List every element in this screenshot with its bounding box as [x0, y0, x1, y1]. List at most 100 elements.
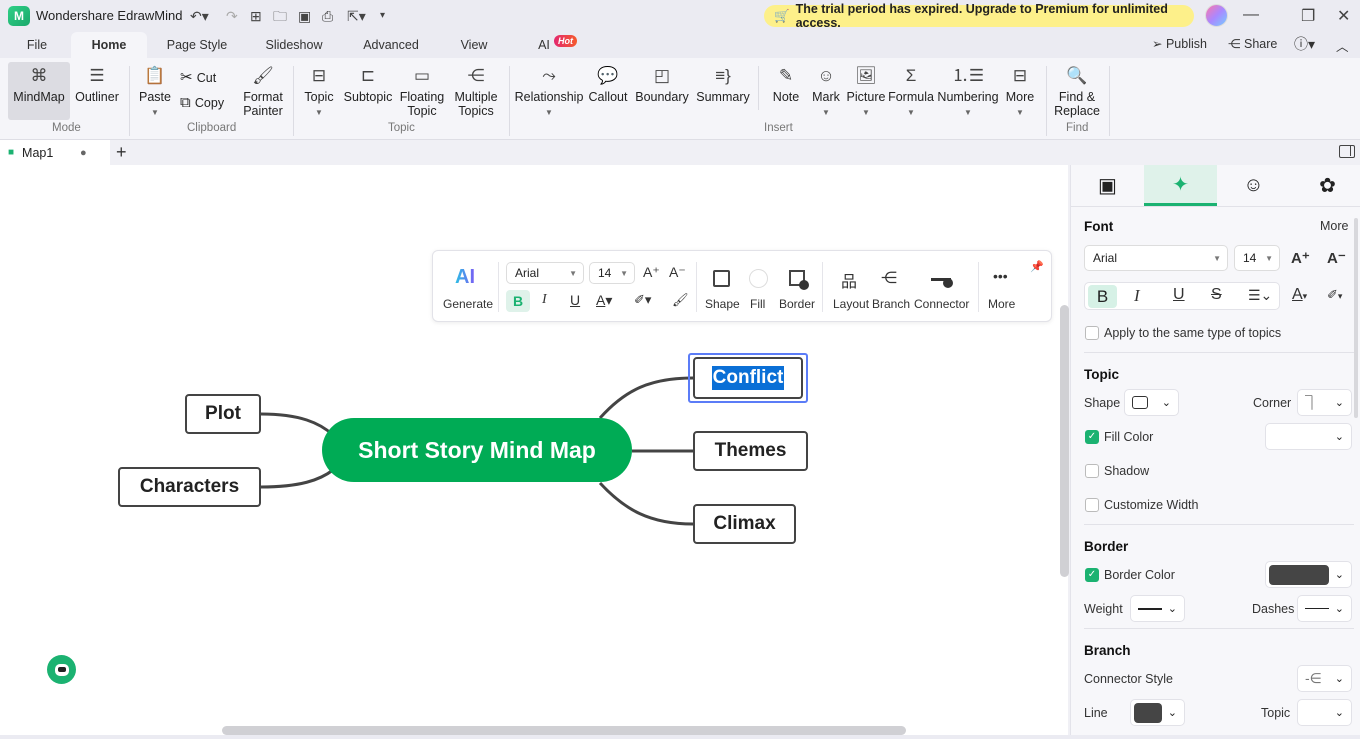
- minimize-icon[interactable]: —: [1243, 6, 1259, 24]
- generate-button[interactable]: Generate: [443, 297, 493, 311]
- floating-topic-button[interactable]: ▭ Floating Topic: [398, 65, 446, 118]
- formula-button[interactable]: Σ Formula ▼: [887, 65, 935, 120]
- tab-advanced[interactable]: Advanced: [355, 32, 427, 58]
- increase-font-icon[interactable]: A⁺: [643, 264, 660, 281]
- summary-button[interactable]: ≡} Summary: [695, 65, 751, 104]
- fill-button[interactable]: Fill: [750, 297, 765, 311]
- panel-decrease-font-icon[interactable]: A⁻: [1327, 249, 1346, 267]
- multiple-topics-button[interactable]: ⋲ Multiple Topics: [452, 65, 500, 118]
- underline-button[interactable]: U: [570, 292, 580, 308]
- decrease-font-icon[interactable]: A⁻: [669, 264, 686, 281]
- vertical-scrollbar[interactable]: [1060, 305, 1069, 577]
- panel-align-icon[interactable]: ☰⌄: [1248, 287, 1272, 304]
- panel-bold-button[interactable]: B: [1088, 285, 1117, 308]
- panel-strikethrough-button[interactable]: S: [1211, 286, 1222, 304]
- tab-file[interactable]: File: [14, 32, 60, 58]
- close-icon[interactable]: ✕: [1337, 6, 1350, 26]
- tab-page-style[interactable]: Page Style: [160, 32, 234, 58]
- topic-plot[interactable]: Plot: [185, 394, 261, 434]
- dashes-select[interactable]: ⌄: [1297, 595, 1352, 622]
- topic-conflict[interactable]: Conflict: [693, 357, 803, 399]
- panel-italic-button[interactable]: I: [1134, 286, 1140, 306]
- font-size-select[interactable]: 14 ▼: [589, 262, 635, 284]
- shape-icon[interactable]: [713, 270, 730, 287]
- fill-icon[interactable]: [749, 269, 768, 288]
- note-button[interactable]: ✎ Note: [768, 65, 804, 104]
- ai-icon[interactable]: AI: [455, 266, 475, 289]
- collapse-ribbon-icon[interactable]: ︿: [1336, 36, 1349, 55]
- topic-button[interactable]: ⊟ Topic ▼: [302, 65, 336, 120]
- border-color-select[interactable]: ⌄: [1265, 561, 1352, 588]
- paste-button[interactable]: 📋 Paste ▼: [138, 65, 172, 120]
- find-replace-button[interactable]: 🔍 Find & Replace: [1052, 65, 1102, 118]
- shadow-checkbox[interactable]: [1085, 464, 1099, 478]
- outliner-button[interactable]: ☰ Outliner: [72, 65, 122, 104]
- tab-style[interactable]: ▣: [1071, 165, 1144, 206]
- panel-increase-font-icon[interactable]: A⁺: [1291, 249, 1310, 267]
- connector-style-select[interactable]: -∈ ⌄: [1297, 665, 1352, 692]
- document-tab[interactable]: ■ Map1 ●: [0, 140, 110, 165]
- redo-icon[interactable]: ↷: [226, 6, 238, 26]
- subtopic-button[interactable]: ⊏ Subtopic: [342, 65, 394, 104]
- boundary-button[interactable]: ◰ Boundary: [634, 65, 690, 104]
- topic-characters[interactable]: Characters: [118, 467, 261, 507]
- cut-button[interactable]: ✂ Cut: [180, 68, 216, 86]
- tab-ai[interactable]: AI: [534, 32, 554, 58]
- tab-ai-format[interactable]: ✦: [1144, 165, 1217, 206]
- branch-button[interactable]: Branch: [872, 297, 910, 311]
- mindmap-button[interactable]: ⌘ MindMap: [12, 65, 66, 104]
- tab-view[interactable]: View: [454, 32, 494, 58]
- italic-button[interactable]: I: [542, 292, 547, 308]
- central-topic[interactable]: Short Story Mind Map: [322, 418, 632, 482]
- publish-button[interactable]: ➢ Publish: [1152, 36, 1207, 51]
- bold-button[interactable]: B: [506, 290, 530, 312]
- panel-underline-button[interactable]: U: [1173, 286, 1185, 304]
- restore-icon[interactable]: ❐: [1301, 6, 1315, 26]
- border-color-checkbox[interactable]: ✓: [1085, 568, 1099, 582]
- fill-color-checkbox[interactable]: ✓: [1085, 430, 1099, 444]
- branch-icon[interactable]: ⋲: [881, 268, 897, 288]
- format-painter-icon[interactable]: 🖌: [672, 292, 689, 308]
- panel-font-size-select[interactable]: 14 ▼: [1234, 245, 1280, 271]
- relationship-button[interactable]: ⤳ Relationship ▼: [515, 65, 584, 120]
- callout-button[interactable]: 💬 Callout: [587, 65, 629, 104]
- panel-scrollbar[interactable]: [1354, 218, 1358, 418]
- tab-home[interactable]: Home: [71, 32, 147, 58]
- highlight-icon[interactable]: ✐▾: [634, 292, 651, 308]
- open-icon[interactable]: 🗀: [273, 6, 287, 26]
- selected-text[interactable]: Conflict: [711, 366, 785, 390]
- toggle-panel-icon[interactable]: [1339, 145, 1355, 158]
- mark-button[interactable]: ☺ Mark ▼: [808, 65, 844, 120]
- layout-icon[interactable]: 品: [841, 268, 857, 292]
- more-insert-button[interactable]: ⊟ More ▼: [1002, 65, 1038, 120]
- shape-select[interactable]: ⌄: [1124, 389, 1179, 416]
- font-family-select[interactable]: Arial ▼: [506, 262, 584, 284]
- weight-select[interactable]: ⌄: [1130, 595, 1185, 622]
- new-icon[interactable]: ⊞: [250, 6, 262, 26]
- connector-button[interactable]: Connector: [914, 297, 969, 311]
- fill-color-select[interactable]: ⌄: [1265, 423, 1352, 450]
- customize-icon[interactable]: ▾: [380, 6, 385, 26]
- help-icon[interactable]: ⓘ▾: [1294, 34, 1315, 54]
- trial-banner[interactable]: 🛒 The trial period has expired. Upgrade t…: [764, 2, 1194, 30]
- panel-font-family-select[interactable]: Arial ▼: [1084, 245, 1228, 271]
- picture-button[interactable]: 🖼 Picture ▼: [845, 65, 887, 120]
- more-icon[interactable]: •••: [993, 268, 1008, 284]
- panel-highlight-icon[interactable]: ✐▾: [1327, 287, 1342, 303]
- save-icon[interactable]: ▣: [298, 6, 311, 26]
- branch-topic-select[interactable]: ⌄: [1297, 699, 1352, 726]
- avatar[interactable]: [1205, 4, 1228, 27]
- connector-icon[interactable]: [931, 278, 953, 288]
- border-button[interactable]: Border: [779, 297, 815, 311]
- print-icon[interactable]: ⎙: [322, 6, 333, 26]
- layout-button[interactable]: Layout: [833, 297, 869, 311]
- font-more-link[interactable]: More: [1320, 219, 1348, 233]
- tab-icons[interactable]: ☺: [1217, 165, 1290, 206]
- export-icon[interactable]: ⇱▾: [347, 6, 366, 26]
- new-tab-icon[interactable]: +: [116, 142, 127, 163]
- tab-theme[interactable]: ✿: [1291, 165, 1360, 206]
- apply-same-checkbox[interactable]: [1085, 326, 1099, 340]
- format-painter-button[interactable]: 🖌 Format Painter: [240, 65, 286, 118]
- numbering-button[interactable]: ⒈☰ Numbering ▼: [936, 65, 1000, 120]
- horizontal-scrollbar[interactable]: [222, 726, 906, 735]
